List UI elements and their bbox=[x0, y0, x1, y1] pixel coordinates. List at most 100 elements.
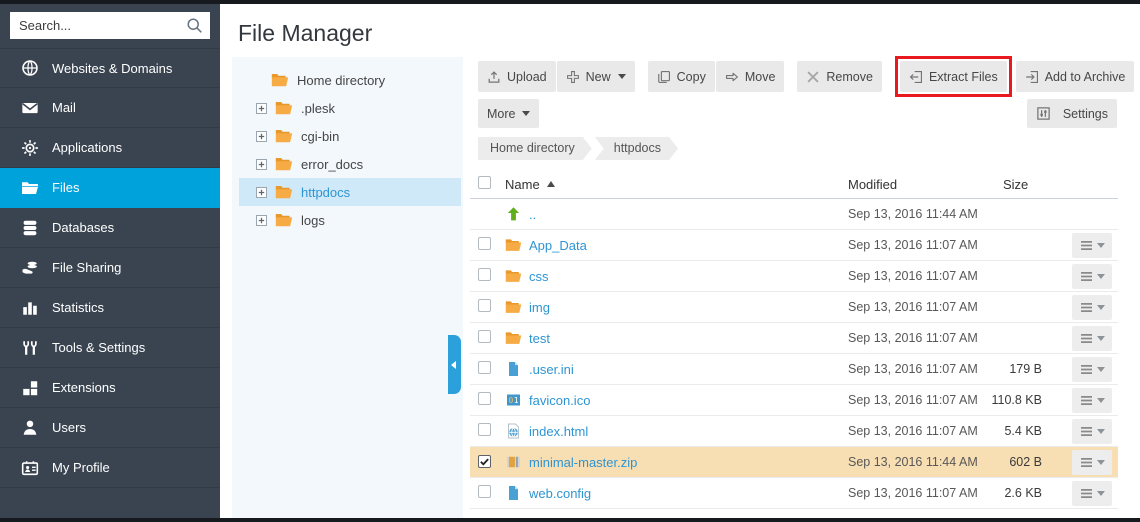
table-row: 01 favicon.ico Sep 13, 2016 11:07 AM 110… bbox=[470, 385, 1118, 416]
row-checkbox[interactable] bbox=[478, 299, 491, 312]
row-menu-button[interactable] bbox=[1072, 326, 1112, 351]
column-header-modified[interactable]: Modified bbox=[848, 177, 978, 192]
tree-item-label: Home directory bbox=[297, 73, 385, 88]
settings-button[interactable]: Settings bbox=[1027, 99, 1117, 128]
folder-icon bbox=[275, 157, 293, 171]
tree-item-error-docs[interactable]: error_docs bbox=[239, 150, 461, 178]
size-value: 5.4 KB bbox=[978, 424, 1042, 438]
sidebar-item-users[interactable]: Users bbox=[0, 408, 220, 448]
expand-plus-icon[interactable] bbox=[256, 131, 267, 142]
row-checkbox[interactable] bbox=[478, 268, 491, 281]
button-label: Remove bbox=[826, 70, 873, 84]
tree-item-logs[interactable]: logs bbox=[239, 206, 461, 234]
sidebar-item-statistics[interactable]: Statistics bbox=[0, 288, 220, 328]
caret-down-icon bbox=[1097, 460, 1105, 465]
row-checkbox[interactable] bbox=[478, 455, 491, 468]
table-row: img Sep 13, 2016 11:07 AM bbox=[470, 292, 1118, 323]
row-checkbox[interactable] bbox=[478, 361, 491, 374]
folder-icon bbox=[271, 73, 289, 87]
expand-plus-icon[interactable] bbox=[256, 103, 267, 114]
search-icon[interactable] bbox=[186, 17, 203, 34]
breadcrumb-item-home-directory[interactable]: Home directory bbox=[478, 137, 592, 160]
file-link[interactable]: App_Data bbox=[529, 238, 587, 253]
archive-icon bbox=[1025, 70, 1039, 84]
upload-button[interactable]: Upload bbox=[478, 61, 556, 92]
file-link[interactable]: .. bbox=[529, 207, 536, 222]
extract-files-button[interactable]: Extract Files bbox=[900, 61, 1007, 92]
sidebar-item-applications[interactable]: Applications bbox=[0, 128, 220, 168]
table-row: minimal-master.zip Sep 13, 2016 11:44 AM… bbox=[470, 447, 1118, 478]
expand-plus-icon[interactable] bbox=[256, 215, 267, 226]
sidebar-item-file-sharing[interactable]: File Sharing bbox=[0, 248, 220, 288]
table-row: .user.ini Sep 13, 2016 11:07 AM 179 B bbox=[470, 354, 1118, 385]
table-header: Name Modified Size bbox=[470, 170, 1118, 199]
expand-plus-icon[interactable] bbox=[256, 159, 267, 170]
table-row: test Sep 13, 2016 11:07 AM bbox=[470, 323, 1118, 354]
row-checkbox[interactable] bbox=[478, 423, 491, 436]
row-checkbox[interactable] bbox=[478, 392, 491, 405]
more-button[interactable]: More bbox=[478, 99, 539, 128]
modified-value: Sep 13, 2016 11:44 AM bbox=[848, 455, 978, 469]
file-link[interactable]: css bbox=[529, 269, 549, 284]
tree-item-label: logs bbox=[301, 213, 325, 228]
remove-button[interactable]: Remove bbox=[797, 61, 882, 92]
sidebar-item-mail[interactable]: Mail bbox=[0, 88, 220, 128]
file-link[interactable]: test bbox=[529, 331, 550, 346]
sidebar-item-my-profile[interactable]: My Profile bbox=[0, 448, 220, 488]
sidebar-item-extensions[interactable]: Extensions bbox=[0, 368, 220, 408]
file-link[interactable]: favicon.ico bbox=[529, 393, 590, 408]
sort-ascending-icon bbox=[547, 181, 555, 187]
tree-item-cgi-bin[interactable]: cgi-bin bbox=[239, 122, 461, 150]
row-menu-button[interactable] bbox=[1072, 295, 1112, 320]
new-button[interactable]: New bbox=[557, 61, 635, 92]
row-menu-button[interactable] bbox=[1072, 419, 1112, 444]
caret-down-icon bbox=[522, 111, 530, 116]
settings-button-label: Settings bbox=[1063, 107, 1108, 121]
remove-icon bbox=[806, 70, 820, 84]
move-button[interactable]: Move bbox=[716, 61, 785, 92]
up-level-icon bbox=[505, 206, 522, 222]
tree-item-plesk[interactable]: .plesk bbox=[239, 94, 461, 122]
files-icon bbox=[21, 179, 39, 197]
modified-value: Sep 13, 2016 11:07 AM bbox=[848, 362, 978, 376]
row-menu-button[interactable] bbox=[1072, 264, 1112, 289]
sidebar-item-files[interactable]: Files bbox=[0, 168, 220, 208]
row-menu-button[interactable] bbox=[1072, 388, 1112, 413]
sidebar-item-tools-settings[interactable]: Tools & Settings bbox=[0, 328, 220, 368]
row-menu-button[interactable] bbox=[1072, 450, 1112, 475]
sidebar-item-label: Files bbox=[52, 180, 79, 195]
row-menu-button[interactable] bbox=[1072, 481, 1112, 506]
sidebar-item-databases[interactable]: Databases bbox=[0, 208, 220, 248]
sidebar-item-label: Tools & Settings bbox=[52, 340, 145, 355]
tree-item-httpdocs[interactable]: httpdocs bbox=[239, 178, 461, 206]
tree-item-label: cgi-bin bbox=[301, 129, 339, 144]
file-link[interactable]: .user.ini bbox=[529, 362, 574, 377]
folder-icon bbox=[505, 268, 522, 284]
folder-icon bbox=[275, 185, 293, 199]
window-edge-top bbox=[0, 0, 1140, 4]
copy-button[interactable]: Copy bbox=[648, 61, 715, 92]
column-header-name-label: Name bbox=[505, 177, 540, 192]
column-header-name[interactable]: Name bbox=[505, 177, 848, 192]
select-all-checkbox[interactable] bbox=[478, 176, 491, 189]
add-to-archive-button[interactable]: Add to Archive bbox=[1016, 61, 1135, 92]
row-menu-button[interactable] bbox=[1072, 357, 1112, 382]
file-link[interactable]: web.config bbox=[529, 486, 591, 501]
sidebar-item-websites-domains[interactable]: Websites & Domains bbox=[0, 48, 220, 88]
row-checkbox[interactable] bbox=[478, 237, 491, 250]
file-link[interactable]: img bbox=[529, 300, 550, 315]
row-menu-button[interactable] bbox=[1072, 233, 1112, 258]
expand-plus-icon[interactable] bbox=[256, 187, 267, 198]
column-header-size[interactable]: Size bbox=[978, 177, 1042, 192]
file-link[interactable]: index.html bbox=[529, 424, 588, 439]
file-link[interactable]: minimal-master.zip bbox=[529, 455, 637, 470]
modified-value: Sep 13, 2016 11:07 AM bbox=[848, 486, 978, 500]
button-label: New bbox=[586, 70, 611, 84]
row-checkbox[interactable] bbox=[478, 330, 491, 343]
tree-item-home-directory[interactable]: Home directory bbox=[239, 66, 461, 94]
search-input[interactable] bbox=[10, 12, 210, 39]
copy-icon bbox=[657, 70, 671, 84]
settings-icon bbox=[1036, 106, 1051, 121]
row-checkbox[interactable] bbox=[478, 485, 491, 498]
tree-collapse-handle[interactable] bbox=[448, 335, 461, 394]
